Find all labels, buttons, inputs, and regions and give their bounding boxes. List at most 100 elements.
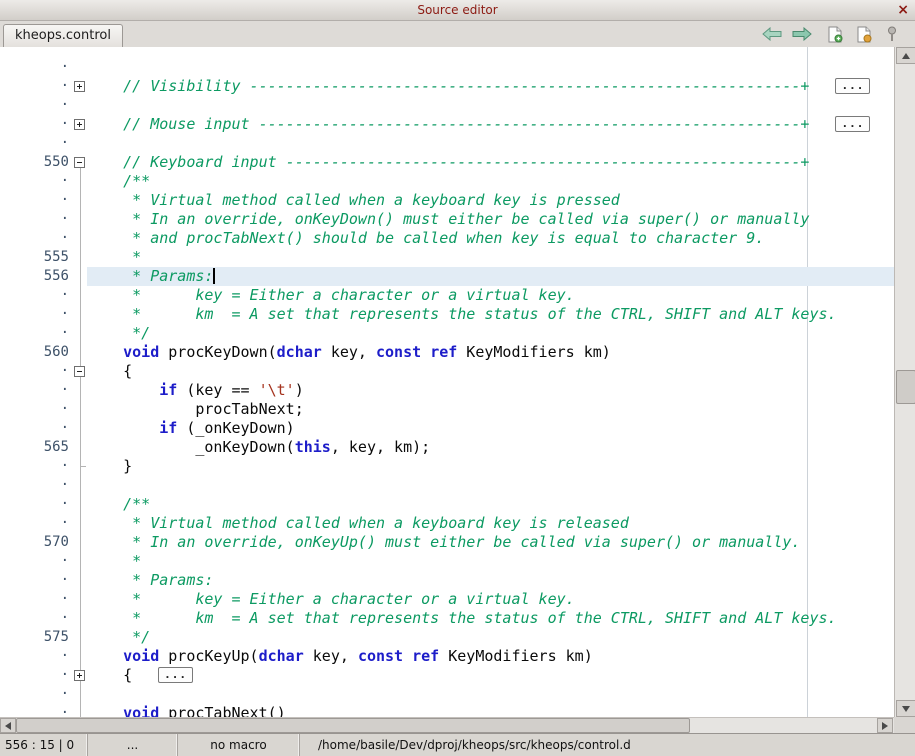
- code-line[interactable]: · if (_onKeyDown): [0, 419, 894, 438]
- line-number[interactable]: ·: [0, 381, 73, 400]
- code-line[interactable]: · // Visibility ------------------------…: [0, 77, 894, 96]
- code-line[interactable]: · * km = A set that represents the statu…: [0, 305, 894, 324]
- code-line[interactable]: · }: [0, 457, 894, 476]
- line-number[interactable]: ·: [0, 476, 73, 495]
- code-line[interactable]: 575 */: [0, 628, 894, 647]
- line-number[interactable]: 570: [0, 533, 73, 552]
- code-editor[interactable]: ·· // Visibility -----------------------…: [0, 47, 894, 717]
- fold-gutter: [73, 229, 87, 248]
- code-line[interactable]: · /**: [0, 495, 894, 514]
- line-number[interactable]: ·: [0, 400, 73, 419]
- save-document-icon[interactable]: [851, 24, 877, 44]
- code-line[interactable]: ·: [0, 96, 894, 115]
- code-line[interactable]: · *: [0, 552, 894, 571]
- new-document-icon[interactable]: [822, 24, 848, 44]
- line-number[interactable]: ·: [0, 685, 73, 704]
- code-line[interactable]: 560 void procKeyDown(dchar key, const re…: [0, 343, 894, 362]
- fold-toggle-icon[interactable]: [74, 157, 85, 168]
- line-number[interactable]: ·: [0, 457, 73, 476]
- line-number[interactable]: ·: [0, 286, 73, 305]
- line-number[interactable]: ·: [0, 419, 73, 438]
- code-text: void procKeyUp(dchar key, const ref KeyM…: [87, 647, 894, 666]
- line-number[interactable]: ·: [0, 77, 73, 96]
- window-titlebar[interactable]: Source editor ×: [0, 0, 915, 21]
- code-line[interactable]: · * key = Either a character or a virtua…: [0, 286, 894, 305]
- dock-pin-icon[interactable]: [879, 24, 905, 44]
- vertical-scroll-thumb[interactable]: [896, 370, 915, 404]
- fold-ellipsis[interactable]: ...: [835, 78, 870, 94]
- code-line[interactable]: ·: [0, 476, 894, 495]
- back-icon[interactable]: [759, 24, 785, 44]
- line-number[interactable]: 565: [0, 438, 73, 457]
- horizontal-scrollbar[interactable]: [0, 717, 894, 733]
- scroll-right-button[interactable]: [877, 718, 893, 733]
- line-number[interactable]: 556: [0, 267, 73, 286]
- line-number[interactable]: ·: [0, 704, 73, 717]
- code-line[interactable]: · // Mouse input -----------------------…: [0, 115, 894, 134]
- scroll-up-button[interactable]: [896, 47, 915, 64]
- tab-kheops-control[interactable]: kheops.control: [3, 24, 123, 47]
- code-line[interactable]: 570 * In an override, onKeyUp() must eit…: [0, 533, 894, 552]
- fold-gutter: [73, 533, 87, 552]
- line-number[interactable]: ·: [0, 229, 73, 248]
- code-line[interactable]: · * km = A set that represents the statu…: [0, 609, 894, 628]
- code-line[interactable]: · * Params:: [0, 571, 894, 590]
- line-number[interactable]: ·: [0, 191, 73, 210]
- scroll-down-button[interactable]: [896, 700, 915, 717]
- line-number[interactable]: 560: [0, 343, 73, 362]
- fold-toggle-icon[interactable]: [74, 119, 85, 130]
- code-line[interactable]: 556 * Params:: [0, 267, 894, 286]
- code-line[interactable]: · /**: [0, 172, 894, 191]
- vertical-scrollbar[interactable]: [894, 47, 915, 717]
- fold-toggle-icon[interactable]: [74, 366, 85, 377]
- line-number[interactable]: ·: [0, 647, 73, 666]
- code-line[interactable]: ·: [0, 134, 894, 153]
- line-number[interactable]: ·: [0, 96, 73, 115]
- line-number[interactable]: ·: [0, 172, 73, 191]
- line-number[interactable]: ·: [0, 571, 73, 590]
- forward-icon[interactable]: [789, 24, 815, 44]
- code-line[interactable]: ·: [0, 58, 894, 77]
- code-line[interactable]: · * Virtual method called when a keyboar…: [0, 514, 894, 533]
- code-line[interactable]: · * In an override, onKeyDown() must eit…: [0, 210, 894, 229]
- line-number[interactable]: ·: [0, 362, 73, 381]
- line-number[interactable]: ·: [0, 590, 73, 609]
- code-line[interactable]: · * Virtual method called when a keyboar…: [0, 191, 894, 210]
- line-number[interactable]: ·: [0, 666, 73, 685]
- fold-toggle-icon[interactable]: [74, 670, 85, 681]
- line-number[interactable]: 550: [0, 153, 73, 172]
- code-text: void procKeyDown(dchar key, const ref Ke…: [87, 343, 894, 362]
- fold-toggle-icon[interactable]: [74, 81, 85, 92]
- code-line[interactable]: · */: [0, 324, 894, 343]
- line-number[interactable]: ·: [0, 514, 73, 533]
- line-number[interactable]: 555: [0, 248, 73, 267]
- code-line[interactable]: 555 *: [0, 248, 894, 267]
- code-line[interactable]: · void procKeyUp(dchar key, const ref Ke…: [0, 647, 894, 666]
- line-number[interactable]: ·: [0, 134, 73, 153]
- code-line[interactable]: · {...: [0, 666, 894, 685]
- line-number[interactable]: ·: [0, 115, 73, 134]
- close-icon[interactable]: ×: [897, 1, 909, 19]
- scroll-left-button[interactable]: [0, 718, 16, 733]
- code-line[interactable]: · void procTabNext(): [0, 704, 894, 717]
- code-text: // Keyboard input ----------------------…: [87, 153, 894, 172]
- code-line[interactable]: · * key = Either a character or a virtua…: [0, 590, 894, 609]
- code-line[interactable]: 565 _onKeyDown(this, key, km);: [0, 438, 894, 457]
- line-number[interactable]: ·: [0, 495, 73, 514]
- code-line[interactable]: ·: [0, 685, 894, 704]
- line-number[interactable]: ·: [0, 305, 73, 324]
- code-line[interactable]: · procTabNext;: [0, 400, 894, 419]
- line-number[interactable]: ·: [0, 210, 73, 229]
- code-line[interactable]: · {: [0, 362, 894, 381]
- horizontal-scroll-thumb[interactable]: [16, 718, 690, 733]
- line-number[interactable]: ·: [0, 324, 73, 343]
- line-number[interactable]: ·: [0, 552, 73, 571]
- fold-ellipsis[interactable]: ...: [835, 116, 870, 132]
- line-number[interactable]: ·: [0, 609, 73, 628]
- line-number[interactable]: ·: [0, 58, 73, 77]
- code-line[interactable]: · if (key == '\t'): [0, 381, 894, 400]
- code-line[interactable]: · * and procTabNext() should be called w…: [0, 229, 894, 248]
- line-number[interactable]: 575: [0, 628, 73, 647]
- fold-ellipsis[interactable]: ...: [158, 667, 193, 683]
- code-line[interactable]: 550 // Keyboard input ------------------…: [0, 153, 894, 172]
